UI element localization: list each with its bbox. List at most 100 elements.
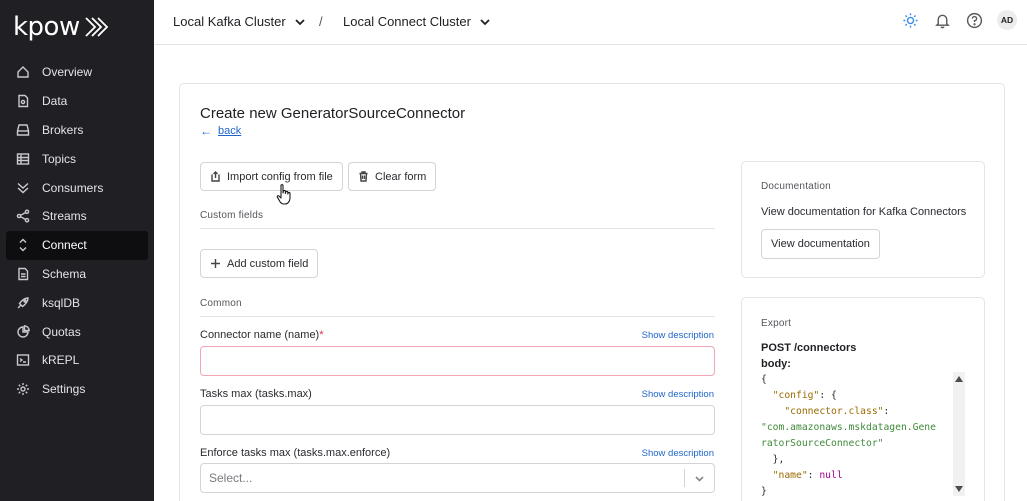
connect-cluster-selector[interactable]: Local Connect Cluster [343, 14, 491, 29]
show-description-link-tasks-max[interactable]: Show description [642, 389, 714, 400]
enforce-tasks-max-label: Enforce tasks max (tasks.max.enforce) [200, 447, 391, 459]
documentation-text: View documentation for Kafka Connectors [761, 206, 967, 218]
help-icon [966, 12, 982, 28]
connect-cluster-label: Local Connect Cluster [343, 14, 471, 29]
back-label: back [218, 125, 242, 137]
gear-icon [16, 382, 30, 396]
scroll-down-arrow-icon[interactable] [955, 486, 963, 492]
add-custom-field-label: Add custom field [227, 257, 309, 270]
arrow-left-icon: ← [200, 124, 212, 138]
avatar[interactable]: AD [997, 10, 1017, 30]
add-custom-field-button[interactable]: Add custom field [200, 249, 319, 278]
sidebar-item-label: kREPL [42, 353, 80, 368]
sidebar-item-label: ksqlDB [42, 295, 81, 310]
drive-icon [16, 123, 30, 137]
code-key-config: "config" [772, 390, 820, 401]
sidebar-item-label: Topics [42, 151, 77, 166]
export-panel: Export POST /connectors body: { "config"… [741, 297, 985, 501]
sidebar-item-label: Consumers [42, 180, 104, 195]
kpow-logo[interactable]: kpow [13, 12, 110, 42]
rocket-icon [16, 296, 30, 310]
sidebar-item-topics[interactable]: Topics [6, 144, 148, 173]
sidebar-item-label: Quotas [42, 324, 81, 339]
sidebar-item-consumers[interactable]: Consumers [6, 173, 148, 202]
document-icon [16, 94, 30, 108]
code-key-name: "name" [772, 470, 808, 481]
import-config-label: Import config from file [227, 170, 333, 183]
connector-name-input[interactable] [200, 346, 715, 376]
logo-text: kpow [13, 12, 80, 42]
code-scrollbar[interactable] [953, 372, 965, 496]
code-punct: : [883, 406, 890, 417]
required-mark: * [319, 329, 324, 341]
sidebar-item-label: Streams [42, 209, 87, 224]
sidebar-item-quotas[interactable]: Quotas [6, 317, 148, 346]
sidebar-item-data[interactable]: Data [6, 87, 148, 116]
top-header: Local Kafka Cluster / Local Connect Clus… [154, 0, 1027, 45]
kafka-cluster-label: Local Kafka Cluster [173, 14, 286, 29]
notifications-button[interactable] [933, 11, 951, 29]
connector-name-label: Connector name (name)* [200, 329, 324, 341]
scroll-up-arrow-icon[interactable] [955, 376, 963, 382]
code-punct: : { [819, 390, 837, 401]
sidebar-item-label: Connect [42, 238, 87, 253]
sidebar-item-connect[interactable]: Connect [6, 230, 148, 260]
show-description-link-enforce[interactable]: Show description [642, 448, 714, 459]
enforce-tasks-max-select[interactable]: Select... [200, 463, 715, 493]
bell-icon [934, 14, 950, 28]
sidebar-item-label: Overview [42, 65, 93, 80]
create-connector-card: Create new GeneratorSourceConnector ← ba… [179, 83, 1005, 501]
divider [200, 228, 715, 229]
connector-name-label-text: Connector name (name) [200, 329, 320, 341]
import-config-button[interactable]: Import config from file [200, 162, 343, 191]
view-documentation-label: View documentation [771, 238, 870, 250]
code-key-class: "connector.class" [784, 406, 884, 417]
chevron-down-icon [480, 18, 490, 25]
sidebar-nav: Overview Data Brokers Topics Consumers S… [6, 58, 148, 404]
breadcrumb-separator: / [319, 14, 323, 29]
terminal-icon [16, 353, 30, 367]
clear-form-label: Clear form [375, 170, 427, 183]
code-punct: : [807, 470, 820, 481]
upload-file-icon [211, 171, 220, 182]
home-icon [16, 65, 30, 79]
back-link[interactable]: ← back [200, 124, 241, 138]
sidebar-item-krepl[interactable]: kREPL [6, 346, 148, 375]
code-value-null: null [819, 470, 843, 481]
sun-icon [902, 12, 918, 28]
sidebar-item-label: Schema [42, 266, 87, 281]
theme-toggle-button[interactable] [901, 11, 919, 29]
export-title: Export [761, 318, 792, 329]
export-body-label: body: [761, 358, 791, 370]
code-brace: } [761, 486, 767, 497]
sidebar-item-overview[interactable]: Overview [6, 58, 148, 87]
sidebar-item-streams[interactable]: Streams [6, 202, 148, 231]
kafka-cluster-selector[interactable]: Local Kafka Cluster [173, 14, 306, 29]
select-placeholder: Select... [209, 471, 253, 485]
documentation-panel: Documentation View documentation for Kaf… [741, 161, 985, 278]
documentation-title: Documentation [761, 181, 831, 192]
code-value-class-cont: ratorSourceConnector" [761, 438, 884, 449]
sidebar-item-settings[interactable]: Settings [6, 375, 148, 404]
export-endpoint: POST /connectors [761, 342, 857, 354]
page-title: Create new GeneratorSourceConnector [200, 105, 466, 122]
double-chevron-icon [16, 181, 30, 195]
plus-icon [211, 259, 220, 268]
sidebar-item-schema[interactable]: Schema [6, 260, 148, 289]
help-button[interactable] [965, 11, 983, 29]
sidebar-item-brokers[interactable]: Brokers [6, 116, 148, 145]
sidebar-item-ksqldb[interactable]: ksqlDB [6, 288, 148, 317]
code-brace: { [761, 374, 767, 385]
sidebar-item-label: Data [42, 94, 68, 109]
divider [200, 316, 715, 317]
code-value-class: "com.amazonaws.mskdatagen.Gene [761, 422, 936, 433]
show-description-link-name[interactable]: Show description [642, 330, 714, 341]
code-punct: }, [772, 454, 785, 465]
export-code-block[interactable]: { "config": { "connector.class": "com.am… [761, 372, 947, 500]
view-documentation-button[interactable]: View documentation [761, 229, 880, 259]
tasks-max-input[interactable] [200, 405, 715, 435]
sidebar-item-label: Settings [42, 382, 86, 397]
logo-mark-icon [85, 17, 109, 37]
trash-icon [359, 171, 368, 182]
clear-form-button[interactable]: Clear form [348, 162, 437, 191]
